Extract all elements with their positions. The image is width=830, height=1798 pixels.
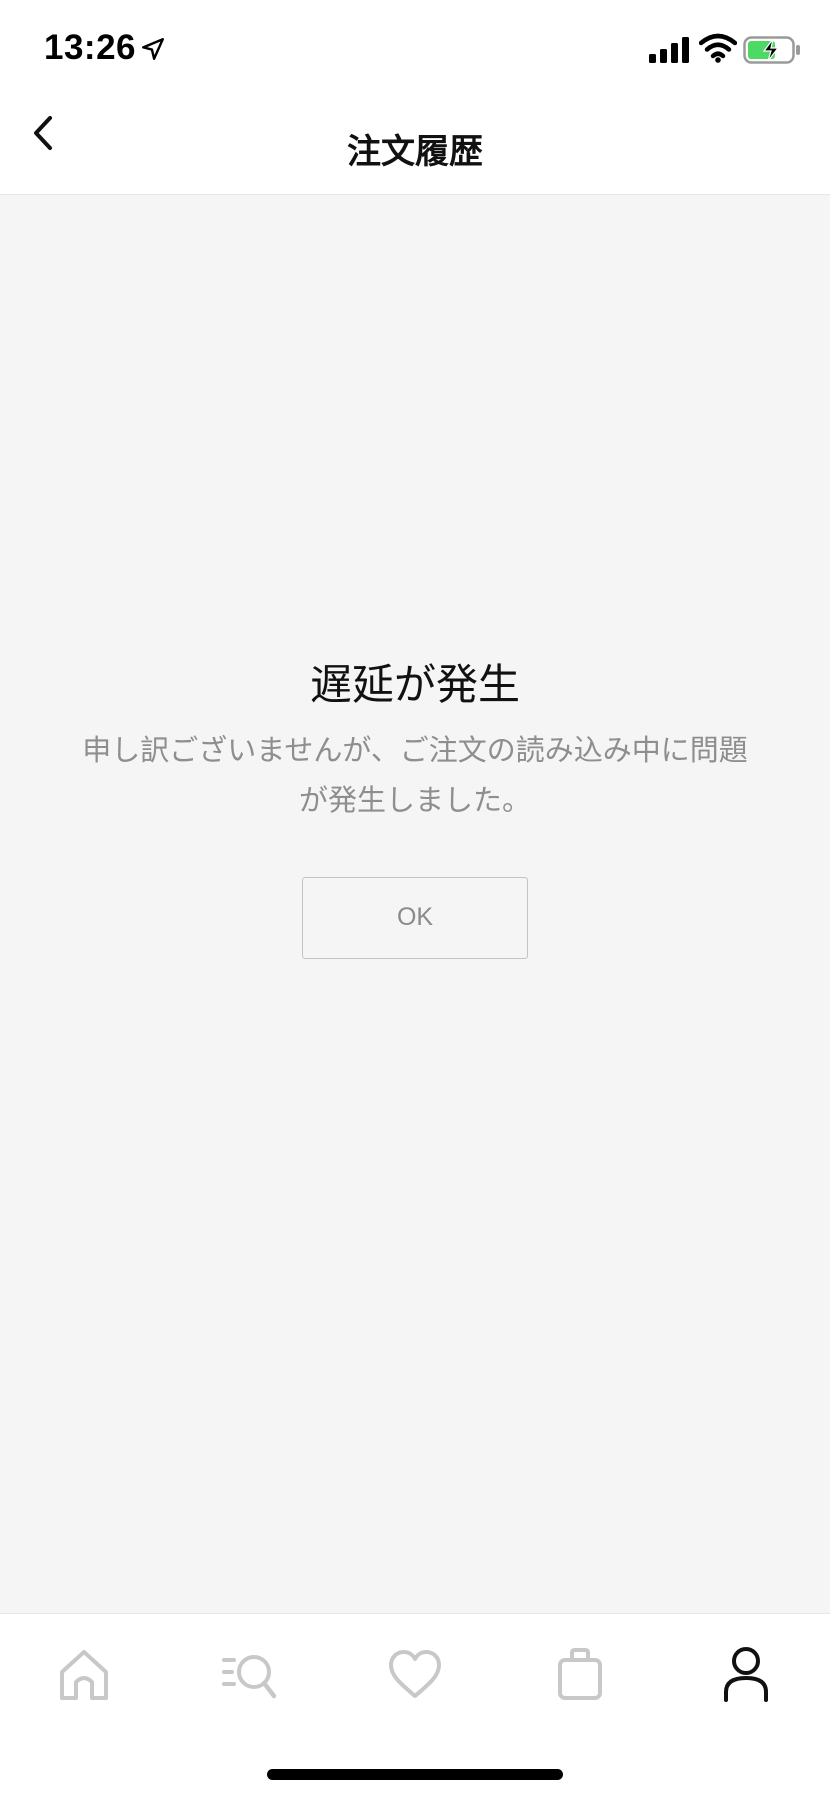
tab-search[interactable] — [218, 1642, 282, 1706]
home-indicator — [267, 1769, 563, 1780]
location-arrow-icon — [142, 38, 164, 60]
nav-bar: 注文履歴 — [0, 100, 830, 195]
search-list-icon — [222, 1655, 277, 1699]
wifi-icon — [699, 33, 737, 63]
error-message: 申し訳ございませんが、ご注文の読み込み中に問題 が発生しました。 — [50, 725, 780, 825]
tab-bag[interactable] — [548, 1642, 612, 1706]
page-title: 注文履歴 — [347, 132, 483, 172]
tab-bar — [0, 1613, 830, 1798]
home-icon — [60, 1650, 108, 1700]
status-bar: 13:26 — [0, 0, 830, 100]
error-message-line-1: 申し訳ございませんが、ご注文の読み込み中に問題 — [82, 733, 748, 767]
heart-icon — [389, 1650, 441, 1698]
ok-button[interactable]: OK — [302, 877, 528, 959]
tab-home[interactable] — [52, 1642, 116, 1706]
person-icon — [724, 1647, 768, 1702]
status-time: 13:26 — [44, 28, 137, 67]
cellular-signal-icon — [649, 37, 689, 63]
bag-icon — [558, 1648, 602, 1700]
tab-favorites[interactable] — [383, 1642, 447, 1706]
tab-account[interactable] — [714, 1642, 778, 1706]
battery-charging-icon — [743, 36, 800, 64]
error-title: 遅延が発生 — [309, 660, 520, 709]
main-content: 遅延が発生 申し訳ございませんが、ご注文の読み込み中に問題 が発生しました。 O… — [0, 195, 830, 1613]
error-message-line-2: が発生しました。 — [298, 783, 531, 817]
